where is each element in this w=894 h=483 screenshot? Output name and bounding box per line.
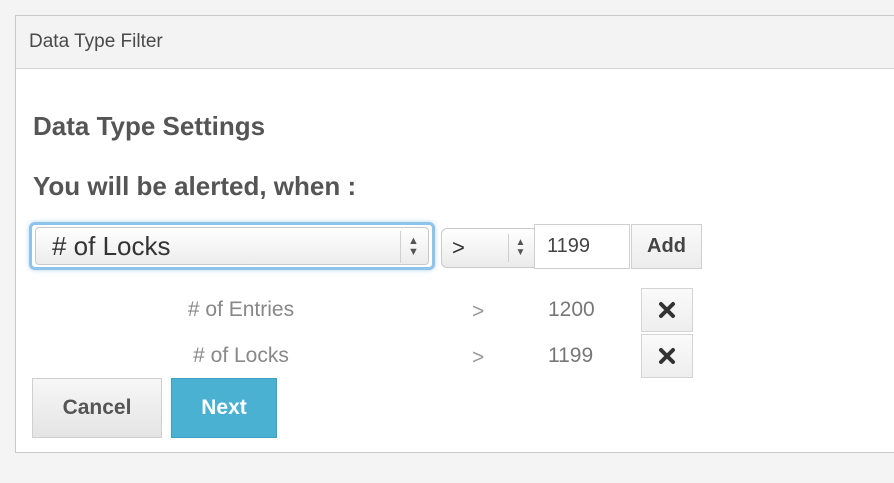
rule-field: # of Locks — [193, 344, 289, 367]
close-icon — [659, 348, 675, 364]
rule-value: 1199 — [548, 344, 594, 367]
rule-operator: > — [472, 300, 485, 323]
rule-row: # of Locks > 1199 — [16, 334, 716, 378]
threshold-input[interactable] — [534, 224, 630, 269]
remove-rule-button[interactable] — [641, 288, 693, 332]
data-type-filter-dialog: Data Type Filter Data Type Settings You … — [15, 15, 894, 453]
cancel-button[interactable]: Cancel — [32, 378, 162, 438]
data-type-select[interactable]: # of Locks ▲ ▼ — [29, 222, 435, 270]
rule-row: # of Entries > 1200 — [16, 288, 716, 332]
rule-operator: > — [472, 346, 485, 369]
add-rule-button[interactable]: Add — [631, 224, 702, 269]
section-title: Data Type Settings — [33, 111, 266, 141]
dialog-header: Data Type Filter — [16, 16, 894, 69]
dialog-title: Data Type Filter — [29, 31, 163, 52]
select-arrows-icon: ▲ ▼ — [508, 234, 532, 262]
operator-select[interactable]: > ▲ ▼ — [441, 228, 539, 268]
select-arrows-icon: ▲ ▼ — [400, 231, 426, 263]
rule-field: # of Entries — [187, 298, 295, 321]
alert-condition-label: You will be alerted, when : — [33, 171, 357, 201]
remove-rule-button[interactable] — [641, 334, 693, 378]
next-button[interactable]: Next — [171, 378, 277, 438]
operator-select-value: > — [452, 235, 465, 260]
rule-value: 1200 — [548, 298, 595, 321]
close-icon — [659, 302, 675, 318]
data-type-select-value: # of Locks — [52, 230, 171, 261]
